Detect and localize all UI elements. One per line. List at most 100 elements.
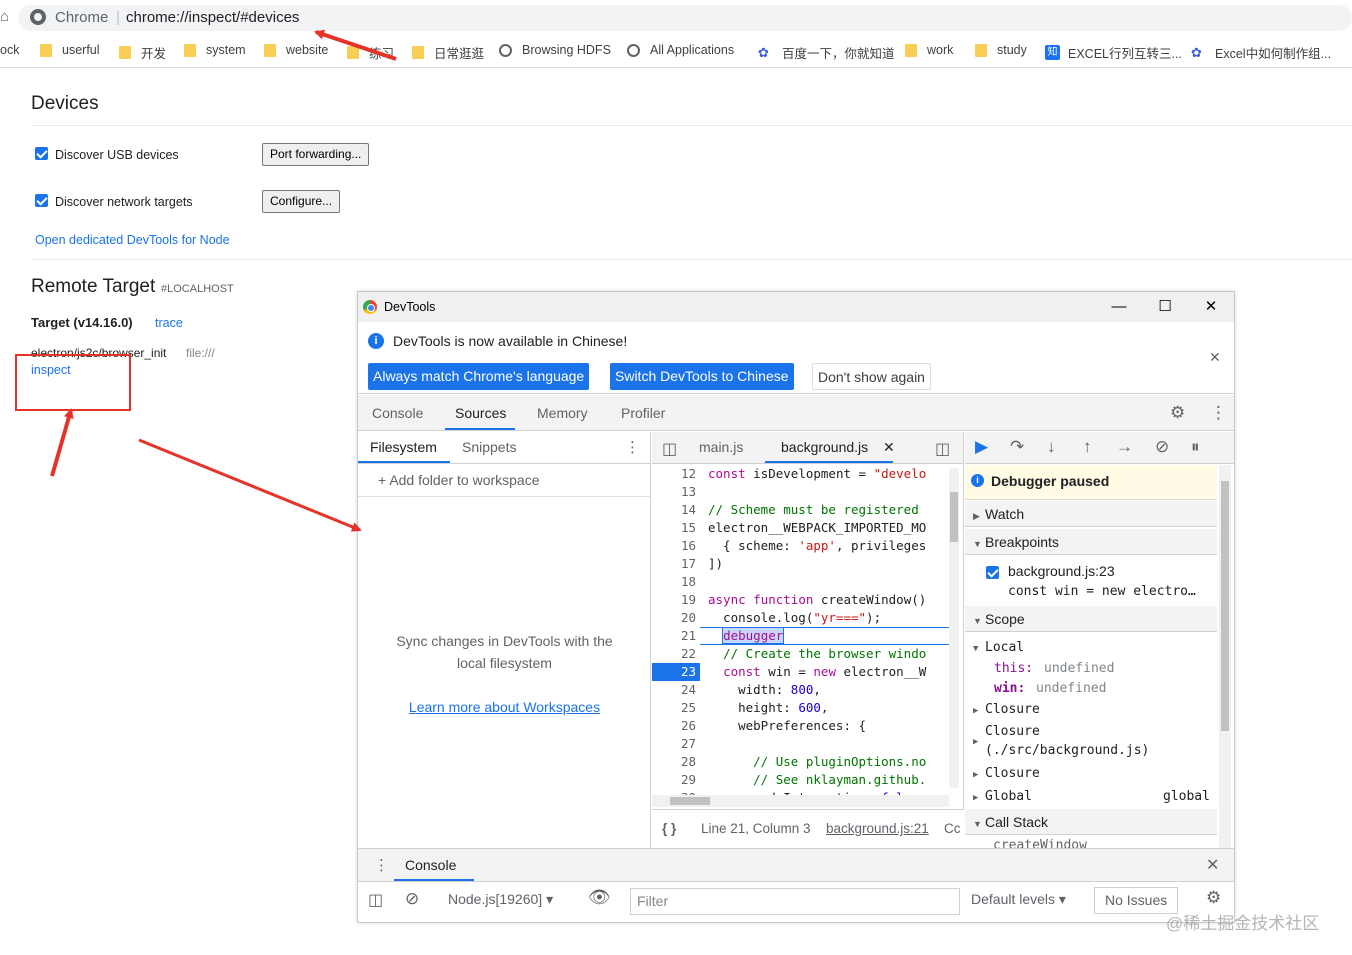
close-tab-icon[interactable]: ✕ (883, 439, 895, 456)
clear-console-icon[interactable]: ⊘ (405, 889, 419, 909)
resume-icon[interactable]: ▶ (975, 437, 988, 457)
bookmark-item[interactable]: 日常逛逛 (412, 43, 484, 62)
line-number[interactable]: 13 (652, 483, 700, 501)
close-drawer-icon[interactable]: ✕ (1206, 855, 1219, 875)
tab-memory[interactable]: Memory (537, 405, 588, 421)
line-number[interactable]: 19 (652, 591, 700, 609)
breakpoint-file[interactable]: background.js:23 (1008, 563, 1115, 579)
navigator-more-icon[interactable]: ⋮ (625, 438, 640, 456)
bookmark-item[interactable]: ock (0, 43, 19, 57)
scroll-thumb[interactable] (670, 797, 710, 805)
bookmark-item[interactable]: 开发 (119, 43, 166, 62)
call-stack-section[interactable]: ▼ Call Stack (965, 809, 1217, 835)
tab-snippets[interactable]: Snippets (462, 439, 516, 455)
console-filter-input[interactable]: Filter (630, 888, 960, 915)
open-node-devtools-link[interactable]: Open dedicated DevTools for Node (35, 233, 230, 247)
code-area[interactable]: 12 const isDevelopment = "develo 13 14 // Sc… (652, 465, 964, 795)
watch-section[interactable]: ▶ Watch (965, 501, 1217, 527)
dont-show-again-button[interactable]: Don't show again (812, 363, 931, 390)
port-forwarding-button[interactable]: Port forwarding... (262, 143, 370, 166)
bookmark-item[interactable]: 练习 (347, 43, 394, 62)
bookmark-item[interactable]: work (905, 43, 953, 57)
step-icon[interactable]: → (1116, 437, 1133, 457)
discover-usb-checkbox[interactable] (35, 147, 48, 160)
discover-network-checkbox[interactable] (35, 194, 48, 207)
line-number[interactable]: 18 (652, 573, 700, 591)
url-text[interactable]: chrome://inspect/#devices (126, 9, 299, 26)
call-frame[interactable]: createWindow (993, 838, 1087, 848)
bookmark-item[interactable]: Browsing HDFS (499, 43, 611, 57)
maximize-icon[interactable]: ☐ (1150, 296, 1180, 318)
editor-tab-main[interactable]: main.js (699, 439, 743, 455)
minimize-icon[interactable]: — (1104, 296, 1134, 318)
breakpoints-section[interactable]: ▼ Breakpoints (965, 529, 1217, 555)
line-number[interactable]: 12 (652, 465, 700, 483)
scope-closure[interactable]: ▶ Closure (973, 702, 1040, 717)
line-number[interactable]: 23 (652, 663, 700, 681)
line-number[interactable]: 22 (652, 645, 700, 663)
home-icon[interactable]: ⌂ (0, 8, 9, 25)
step-over-icon[interactable]: ↷ (1010, 437, 1024, 457)
line-number[interactable]: 29 (652, 771, 700, 789)
line-number[interactable]: 24 (652, 681, 700, 699)
tab-filesystem[interactable]: Filesystem (370, 439, 437, 455)
bookmark-item[interactable]: userful (40, 43, 100, 57)
close-window-icon[interactable]: ✕ (1196, 296, 1226, 318)
drawer-tab-console[interactable]: Console (405, 857, 456, 873)
line-number[interactable]: 14 (652, 501, 700, 519)
configure-button[interactable]: Configure... (262, 190, 341, 213)
match-language-button[interactable]: Always match Chrome's language (368, 363, 590, 390)
bookmark-item[interactable]: All Applications (627, 43, 734, 57)
bookmark-item[interactable]: ✿ Excel中如何制作组... (1191, 43, 1331, 62)
scope-global[interactable]: ▶ Global (973, 789, 1032, 804)
line-number[interactable]: 26 (652, 717, 700, 735)
scope-local[interactable]: ▼ Local (973, 640, 1024, 655)
bookmark-item[interactable]: website (264, 43, 328, 57)
scroll-thumb[interactable] (950, 492, 958, 542)
editor-scrollbar[interactable] (949, 468, 959, 788)
scope-section[interactable]: ▼ Scope (965, 606, 1217, 632)
sidebar-scrollbar[interactable] (1219, 465, 1231, 848)
bookmark-item[interactable]: 知 EXCEL行列互转三... (1045, 43, 1182, 62)
devtools-titlebar[interactable]: DevTools — ☐ ✕ (358, 292, 1234, 322)
editor-hscrollbar[interactable] (652, 795, 949, 807)
pretty-print-icon[interactable]: { } (662, 821, 676, 836)
tab-sources[interactable]: Sources (455, 405, 506, 421)
line-number[interactable]: 20 (652, 609, 700, 627)
line-number[interactable]: 25 (652, 699, 700, 717)
log-levels-dropdown[interactable]: Default levels ▾ (971, 891, 1066, 908)
scope-closure-expand[interactable]: ▶ (973, 733, 985, 748)
line-number[interactable]: 16 (652, 537, 700, 555)
line-number[interactable]: 28 (652, 753, 700, 771)
line-number[interactable]: 17 (652, 555, 700, 573)
editor-tab-background[interactable]: background.js (781, 439, 868, 455)
bookmark-item[interactable]: ✿ 百度一下，你就知道 (758, 43, 895, 62)
sidebar-toggle-icon[interactable]: ◫ (368, 890, 383, 910)
context-selector[interactable]: Node.js[19260] ▾ (448, 891, 553, 908)
scope-closure[interactable]: ▶ Closure (973, 766, 1040, 781)
close-infobar-icon[interactable]: ✕ (1209, 349, 1221, 366)
add-folder-button[interactable]: + Add folder to workspace (378, 472, 540, 488)
step-into-icon[interactable]: ↓ (1047, 437, 1056, 457)
line-number[interactable]: 21 (652, 627, 700, 645)
source-file-link[interactable]: background.js:21 (826, 821, 929, 836)
settings-gear-icon[interactable]: ⚙ (1170, 403, 1185, 423)
pause-on-exceptions-icon[interactable]: ⏸ (1191, 437, 1200, 457)
line-number[interactable]: 15 (652, 519, 700, 537)
line-number[interactable]: 27 (652, 735, 700, 753)
console-settings-icon[interactable]: ⚙ (1206, 888, 1221, 908)
deactivate-breakpoints-icon[interactable]: ⊘ (1155, 437, 1169, 457)
live-expression-eye-icon[interactable]: 👁 (588, 887, 611, 908)
toggle-navigator-icon[interactable]: ◫ (662, 439, 677, 459)
tab-profiler[interactable]: Profiler (621, 405, 665, 421)
toggle-debugger-icon[interactable]: ◫ (935, 439, 950, 459)
bookmark-item[interactable]: system (184, 43, 246, 57)
learn-workspaces-link[interactable]: Learn more about Workspaces (358, 699, 651, 715)
breakpoint-checkbox[interactable] (986, 566, 999, 579)
drawer-menu-icon[interactable]: ⋮ (374, 856, 389, 874)
tab-console[interactable]: Console (372, 405, 423, 421)
trace-link[interactable]: trace (155, 316, 183, 330)
switch-chinese-button[interactable]: Switch DevTools to Chinese (610, 363, 794, 390)
scroll-thumb[interactable] (1221, 481, 1229, 731)
step-out-icon[interactable]: ↑ (1083, 437, 1092, 457)
